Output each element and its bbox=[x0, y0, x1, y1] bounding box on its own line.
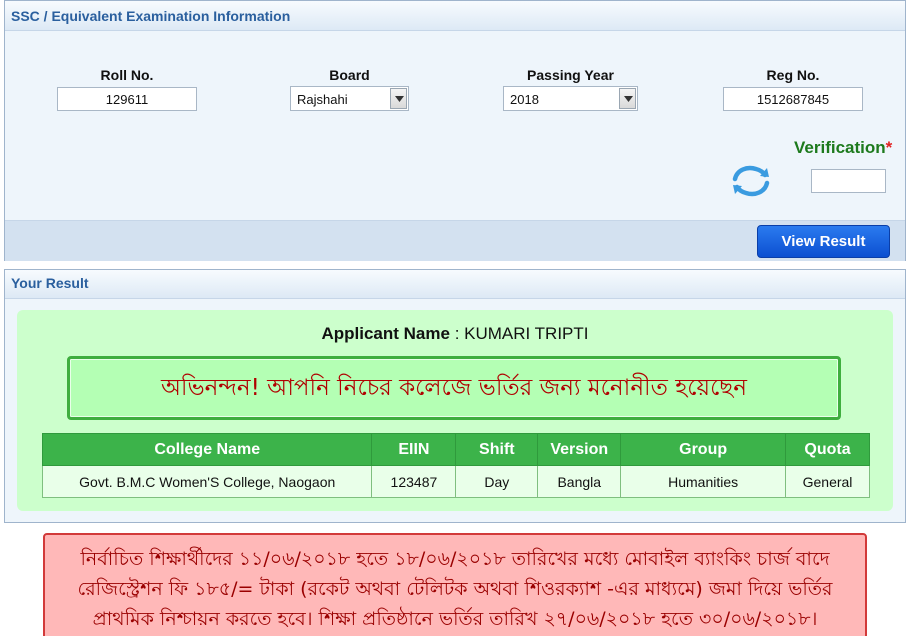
applicant-name-value: KUMARI TRIPTI bbox=[464, 324, 589, 343]
result-box: Applicant Name : KUMARI TRIPTI অভিনন্দন!… bbox=[17, 310, 893, 511]
board-select[interactable]: Rajshahi bbox=[290, 86, 409, 111]
verification-label-text: Verification bbox=[794, 138, 886, 157]
verification-input[interactable] bbox=[811, 169, 886, 193]
table-header-row: College Name EIIN Shift Version Group Qu… bbox=[41, 433, 870, 466]
admission-notice: নির্বাচিত শিক্ষার্থীদের ১১/০৬/২০১৮ হতে ১… bbox=[43, 533, 867, 636]
applicant-separator: : bbox=[449, 324, 465, 343]
exam-info-footer: View Result bbox=[5, 220, 905, 261]
result-table: College Name EIIN Shift Version Group Qu… bbox=[41, 433, 870, 498]
college-name-cell: Govt. B.M.C Women'S College, Naogaon bbox=[41, 465, 373, 498]
result-panel: Your Result Applicant Name : KUMARI TRIP… bbox=[4, 269, 906, 523]
passing-year-select[interactable]: 2018 bbox=[503, 86, 638, 111]
applicant-line: Applicant Name : KUMARI TRIPTI bbox=[17, 324, 893, 344]
verification-label: Verification* bbox=[794, 138, 892, 158]
chevron-down-icon[interactable] bbox=[619, 88, 636, 109]
roll-input[interactable]: 129611 bbox=[57, 87, 197, 111]
version-cell: Bangla bbox=[537, 465, 622, 498]
view-result-button[interactable]: View Result bbox=[757, 225, 890, 258]
required-mark: * bbox=[885, 138, 893, 157]
board-selected-value: Rajshahi bbox=[297, 92, 348, 107]
reg-input[interactable]: 1512687845 bbox=[723, 87, 863, 111]
column-header: Shift bbox=[455, 433, 539, 466]
board-label: Board bbox=[329, 67, 370, 83]
result-header: Your Result bbox=[5, 270, 905, 299]
shift-cell: Day bbox=[455, 465, 539, 498]
column-header: Version bbox=[537, 433, 622, 466]
column-header: Quota bbox=[785, 433, 870, 466]
passing-year-selected-value: 2018 bbox=[510, 92, 539, 107]
roll-label: Roll No. bbox=[100, 67, 154, 83]
group-cell: Humanities bbox=[620, 465, 787, 498]
quota-cell: General bbox=[785, 465, 870, 498]
table-row: Govt. B.M.C Women'S College, Naogaon 123… bbox=[41, 465, 870, 498]
exam-info-panel: SSC / Equivalent Examination Information… bbox=[4, 0, 906, 261]
eiin-cell: 123487 bbox=[371, 465, 457, 498]
congratulations-banner: অভিনন্দন! আপনি নিচের কলেজে ভর্তির জন্য ম… bbox=[67, 356, 841, 420]
passing-year-label: Passing Year bbox=[527, 67, 614, 83]
applicant-name-label: Applicant Name bbox=[321, 324, 450, 343]
reg-label: Reg No. bbox=[766, 67, 820, 83]
exam-info-form: Roll No. 129611 Board Rajshahi Passing Y… bbox=[5, 32, 905, 220]
chevron-down-icon[interactable] bbox=[390, 88, 407, 109]
result-title: Your Result bbox=[11, 275, 89, 291]
exam-info-header: SSC / Equivalent Examination Information bbox=[5, 1, 905, 31]
refresh-icon[interactable] bbox=[729, 164, 773, 198]
exam-info-title: SSC / Equivalent Examination Information bbox=[11, 8, 291, 24]
column-header: EIIN bbox=[371, 433, 457, 466]
column-header: Group bbox=[620, 433, 787, 466]
column-header: College Name bbox=[41, 433, 373, 466]
